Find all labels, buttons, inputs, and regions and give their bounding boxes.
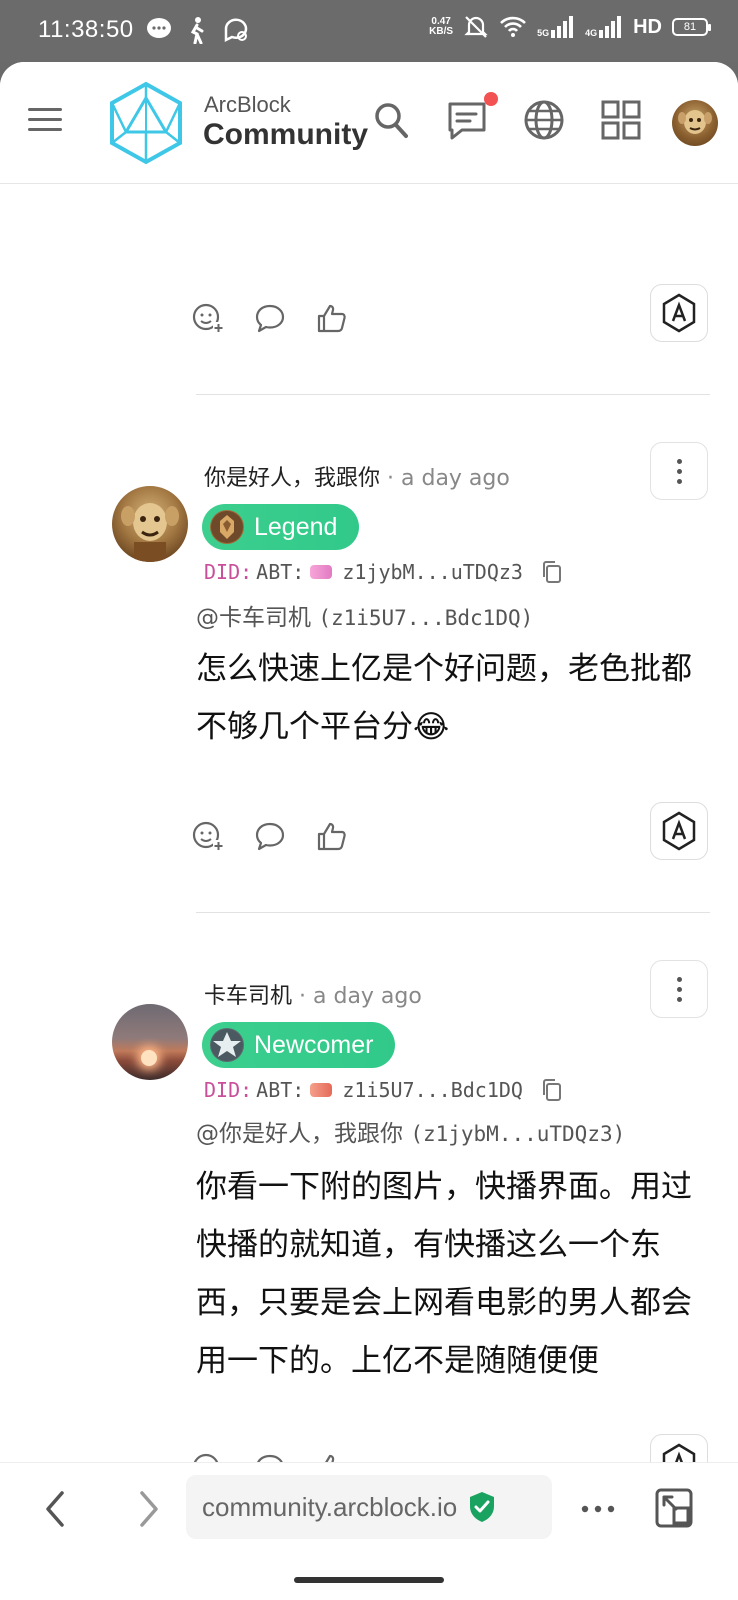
reply-mention[interactable]: @卡车司机 (z1i5U7...Bdc1DQ) xyxy=(196,598,533,632)
chat-icon[interactable] xyxy=(446,98,488,142)
status-notification-icons xyxy=(146,16,250,44)
like-icon[interactable] xyxy=(316,820,348,852)
did-value: z1i5U7...Bdc1DQ xyxy=(342,1078,523,1102)
did-prefix: DID: xyxy=(204,560,253,584)
mute-icon xyxy=(464,16,488,38)
post-time: · a day ago xyxy=(299,984,422,1009)
forward-arrow-icon[interactable] xyxy=(134,1489,164,1529)
status-right-icons: 0.47 KB/S 5G 4G HD 81 xyxy=(429,14,711,40)
menu-icon[interactable] xyxy=(28,108,62,134)
mention-did: (z1i5U7...Bdc1DQ) xyxy=(318,606,534,630)
wifi-icon xyxy=(500,16,526,37)
post-body: 你看一下附的图片，快播界面。用过快播的就知道，有快播这么一个东西，只要是会上网看… xyxy=(196,1169,692,1379)
did-address: DID: ABT: z1jybM...uTDQz3 xyxy=(204,560,563,584)
net-5g-label: 5G xyxy=(537,28,550,38)
comment-thread: 你是好人，我跟你 · a day ago Legend DID: ABT: z1j… xyxy=(0,184,738,1524)
arcblock-logo[interactable] xyxy=(108,80,184,166)
address-bar[interactable]: community.arcblock.io xyxy=(186,1475,552,1539)
reply-icon[interactable] xyxy=(254,302,286,334)
copy-icon[interactable] xyxy=(541,1078,563,1102)
did-avatar-chip xyxy=(310,565,333,579)
home-indicator[interactable] xyxy=(294,1577,444,1583)
hexagon-a-icon xyxy=(662,811,696,851)
add-reaction-icon[interactable] xyxy=(192,820,224,852)
did-address: DID: ABT: z1i5U7...Bdc1DQ xyxy=(204,1078,563,1102)
apps-grid-icon[interactable] xyxy=(600,98,642,142)
reply-mention[interactable]: @你是好人，我跟你 (z1jybM...uTDQz3) xyxy=(196,1114,625,1148)
post-actions xyxy=(192,820,348,852)
brand-name-top: ArcBlock xyxy=(204,92,291,117)
user-avatar[interactable] xyxy=(672,100,718,146)
hex-action-button[interactable] xyxy=(650,802,708,860)
badge-label: Legend xyxy=(254,512,338,541)
net-speed-unit: KB/S xyxy=(429,26,454,37)
status-time: 11:38:50 xyxy=(38,16,134,43)
did-type: ABT: xyxy=(256,1078,305,1102)
did-prefix: DID: xyxy=(204,1078,253,1102)
tabs-switch-icon[interactable] xyxy=(654,1487,694,1529)
chat-search-icon xyxy=(224,18,248,43)
mention-name[interactable]: @你是好人，我跟你 xyxy=(196,1121,403,1147)
mention-name[interactable]: @卡车司机 xyxy=(196,605,311,631)
search-icon[interactable] xyxy=(372,98,412,142)
divider xyxy=(196,394,710,395)
like-icon[interactable] xyxy=(316,302,348,334)
mention-did: (z1jybM...uTDQz3) xyxy=(410,1122,626,1146)
legend-badge-icon xyxy=(210,510,244,544)
secure-shield-icon[interactable] xyxy=(467,1490,497,1524)
reply-icon[interactable] xyxy=(254,820,286,852)
browser-toolbar: community.arcblock.io xyxy=(0,1462,738,1600)
post-meta: 你是好人，我跟你 · a day ago xyxy=(204,460,510,492)
signal-4g-icon: 4G xyxy=(585,16,623,38)
add-reaction-icon[interactable] xyxy=(192,302,224,334)
more-options-button[interactable] xyxy=(650,442,708,500)
did-value: z1jybM...uTDQz3 xyxy=(342,560,523,584)
post-author-avatar[interactable] xyxy=(112,1004,188,1080)
globe-icon[interactable] xyxy=(522,98,566,142)
battery-level: 81 xyxy=(683,21,697,33)
newcomer-badge-icon xyxy=(210,1028,244,1062)
post-author-name[interactable]: 卡车司机 xyxy=(204,984,292,1009)
post-time: · a day ago xyxy=(387,466,510,491)
notification-dot xyxy=(484,92,498,106)
copy-icon[interactable] xyxy=(541,560,563,584)
brand-name-main: Community xyxy=(203,118,368,151)
badge-label: Newcomer xyxy=(254,1030,374,1059)
hexagon-a-icon xyxy=(662,293,696,333)
message-bubble-icon xyxy=(147,18,171,38)
post-author-avatar[interactable] xyxy=(112,486,188,562)
walking-icon xyxy=(190,17,204,44)
post-meta: 卡车司机 · a day ago xyxy=(204,978,422,1010)
previous-post-actions xyxy=(192,302,348,334)
hex-action-button[interactable] xyxy=(650,284,708,342)
net-speed: 0.47 KB/S xyxy=(429,17,453,37)
post-body: 怎么快速上亿是个好问题，老色批都不够几个平台分😂 xyxy=(196,651,692,745)
app-sheet: ArcBlock Community 你是好人，我跟你 · a day ago xyxy=(0,62,738,1600)
url-text[interactable]: community.arcblock.io xyxy=(202,1492,457,1523)
back-arrow-icon[interactable] xyxy=(40,1489,70,1529)
more-options-button[interactable] xyxy=(650,960,708,1018)
top-header: ArcBlock Community xyxy=(0,62,738,184)
rank-badge: Legend xyxy=(202,504,360,550)
rank-badge: Newcomer xyxy=(202,1022,396,1068)
hd-indicator: HD xyxy=(633,15,662,38)
divider xyxy=(196,912,710,913)
signal-5g-icon: 5G xyxy=(537,16,575,38)
post-author-name[interactable]: 你是好人，我跟你 xyxy=(204,466,380,491)
battery-icon: 81 xyxy=(672,18,711,36)
net-4g-label: 4G xyxy=(585,28,598,38)
status-bar: 11:38:50 0.47 KB/S 5G 4G HD 81 xyxy=(0,0,738,62)
did-type: ABT: xyxy=(256,560,305,584)
sunset-image xyxy=(141,1050,157,1066)
did-avatar-chip xyxy=(310,1083,333,1097)
more-menu-icon[interactable] xyxy=(580,1503,616,1515)
